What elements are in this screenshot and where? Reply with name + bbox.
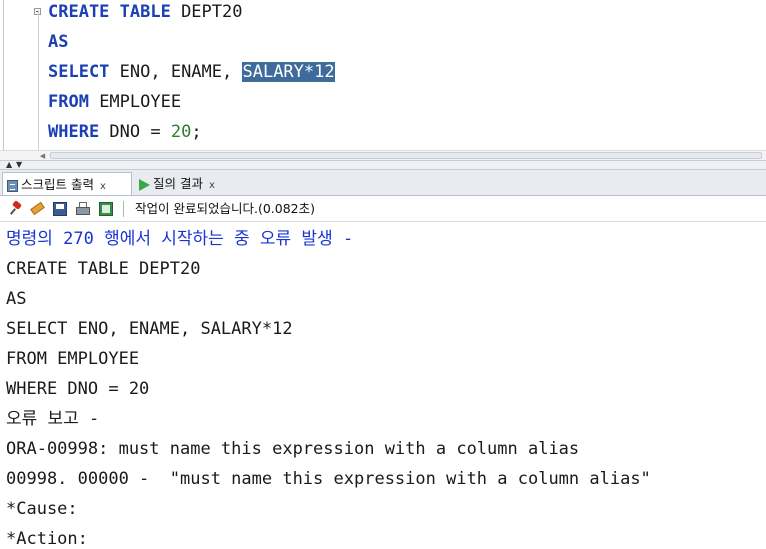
save-icon[interactable]: [53, 202, 67, 216]
code-text: DEPT20: [170, 2, 243, 22]
scrollbar-thumb[interactable]: [50, 152, 762, 159]
collapse-down-icon[interactable]: ▼: [16, 160, 22, 170]
sql-keyword: SELECT: [48, 62, 110, 82]
code-line[interactable]: SELECT ENO, ENAME, SALARY*12: [48, 61, 335, 83]
output-tab-bar: 스크립트 출력 x 질의 결과 x: [0, 170, 766, 196]
code-text: ;: [191, 122, 202, 142]
editor-horizontal-scrollbar[interactable]: ◀: [0, 150, 766, 160]
output-line: 오류 보고 -: [6, 409, 100, 429]
output-line: ORA-00998: must name this expression wit…: [6, 439, 580, 459]
sql-keyword: AS: [48, 32, 69, 52]
open-file-icon[interactable]: [99, 202, 113, 216]
tab-query-result[interactable]: 질의 결과 x: [135, 172, 240, 195]
toolbar-divider: [123, 201, 124, 217]
fold-guide: [38, 10, 39, 150]
code-number: 20: [170, 122, 192, 142]
sql-keyword: WHERE: [48, 122, 100, 142]
selected-text: SALARY*12: [242, 62, 335, 82]
close-icon[interactable]: x: [209, 180, 215, 191]
code-line[interactable]: WHERE DNO = 20;: [48, 121, 202, 143]
output-line: WHERE DNO = 20: [6, 379, 150, 399]
code-text: ENO, ENAME,: [109, 62, 243, 82]
code-line[interactable]: CREATE TABLE DEPT20: [48, 1, 242, 23]
tab-label: 스크립트 출력: [21, 177, 94, 192]
collapse-up-icon[interactable]: ▲: [6, 160, 12, 170]
output-line: FROM EMPLOYEE: [6, 349, 140, 369]
output-line: SELECT ENO, ENAME, SALARY*12: [6, 319, 293, 339]
script-output-icon: [7, 179, 18, 192]
error-header: 명령의 270 행에서 시작하는 중 오류 발생 -: [6, 229, 354, 249]
code-line[interactable]: FROM EMPLOYEE: [48, 91, 181, 113]
pin-icon[interactable]: [9, 200, 23, 216]
code-text: EMPLOYEE: [88, 92, 182, 112]
sql-keyword: CREATE TABLE: [48, 2, 171, 22]
pane-splitter[interactable]: ▲ ▼: [0, 160, 766, 170]
editor-gutter: [0, 0, 38, 150]
output-line: *Cause:: [6, 499, 78, 519]
tab-script-output[interactable]: 스크립트 출력 x: [2, 172, 132, 195]
sql-editor[interactable]: CREATE TABLE DEPT20 AS SELECT ENO, ENAME…: [0, 0, 766, 150]
scroll-left-icon[interactable]: ◀: [38, 152, 47, 160]
tab-label: 질의 결과: [153, 176, 203, 191]
output-line: AS: [6, 289, 27, 309]
output-line: CREATE TABLE DEPT20: [6, 259, 201, 279]
output-line: 00998. 00000 - "must name this expressio…: [6, 469, 651, 489]
code-line[interactable]: AS: [48, 31, 68, 53]
print-icon[interactable]: [76, 202, 90, 216]
code-text: DNO =: [99, 122, 171, 142]
close-icon[interactable]: x: [100, 181, 106, 192]
clear-output-icon[interactable]: [30, 201, 45, 216]
output-line: *Action:: [6, 529, 88, 549]
sql-keyword: FROM: [48, 92, 89, 112]
script-output-pane[interactable]: 명령의 270 행에서 시작하는 중 오류 발생 - CREATE TABLE …: [0, 222, 766, 549]
play-icon: [139, 178, 150, 191]
output-toolbar: 작업이 완료되었습니다.(0.082초): [0, 196, 766, 222]
task-status: 작업이 완료되었습니다.(0.082초): [135, 201, 315, 216]
